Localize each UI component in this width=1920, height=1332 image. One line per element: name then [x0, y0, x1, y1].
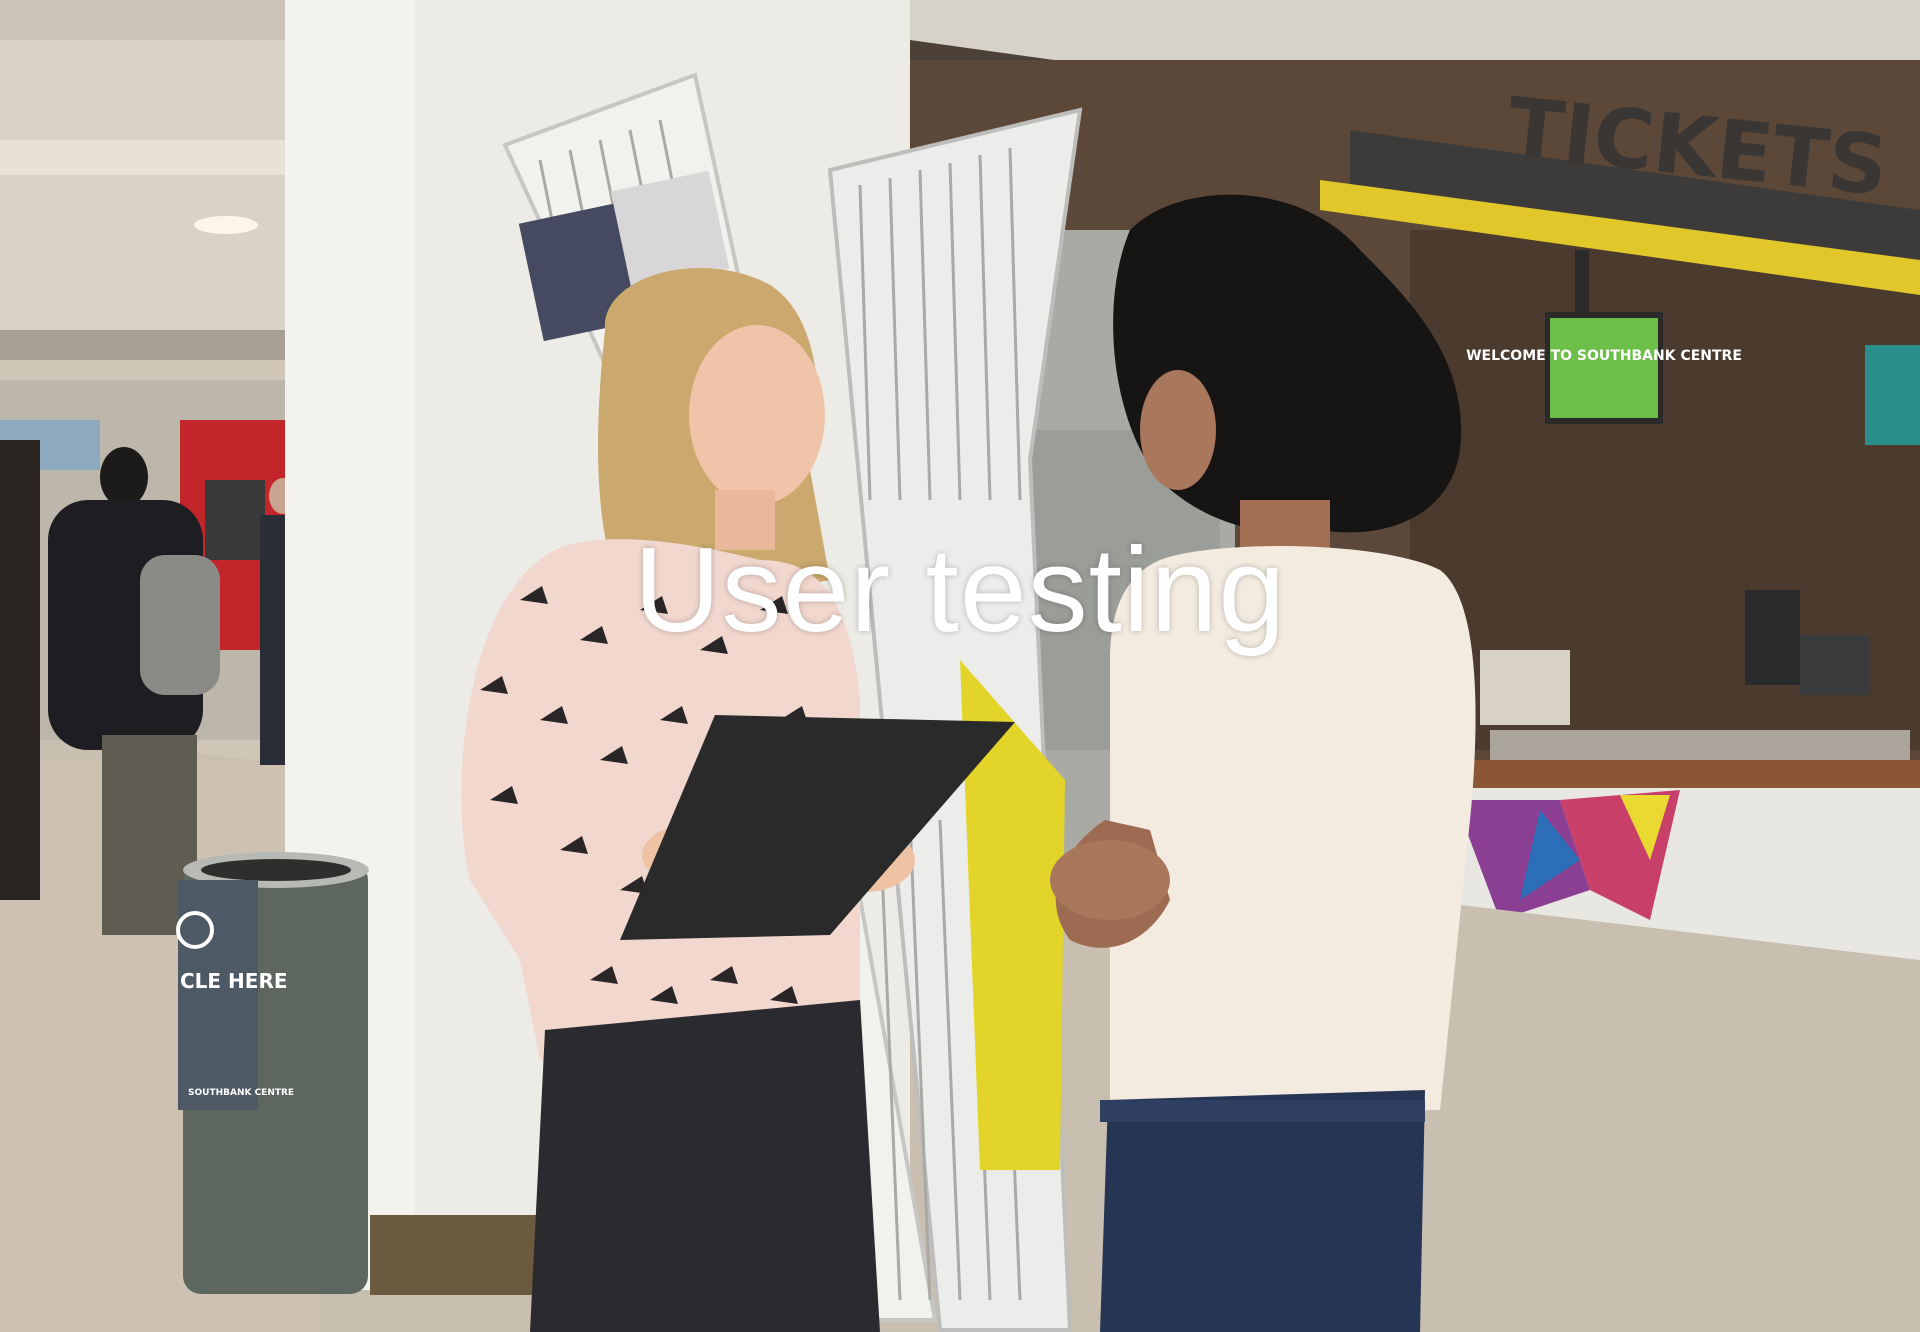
bin-brand: SOUTHBANK CENTRE	[188, 1088, 294, 1098]
photo-illustration: TICKETS WELCOME TO SOUTHBANK CENTRE CLE …	[0, 0, 1920, 1332]
welcome-screen	[1550, 318, 1658, 418]
ceiling-light	[194, 216, 258, 234]
photo-scene: TICKETS WELCOME TO SOUTHBANK CENTRE CLE …	[0, 0, 1920, 1332]
recycle-label: CLE HERE	[180, 969, 288, 993]
info-screen	[1865, 345, 1920, 445]
welcome-screen-text: WELCOME TO SOUTHBANK CENTRE	[1466, 348, 1742, 364]
